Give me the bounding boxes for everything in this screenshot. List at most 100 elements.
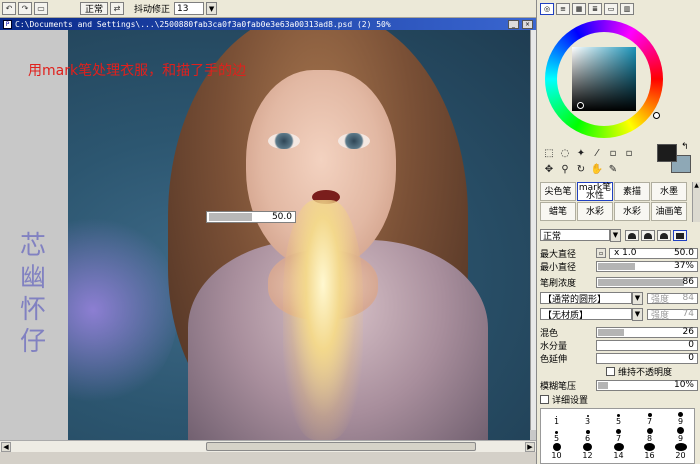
undo-icon[interactable]: ↶ (2, 2, 16, 15)
window-minimize-icon[interactable]: _ (508, 19, 519, 29)
color-picker-icon[interactable]: ✎ (606, 162, 620, 176)
color-wheel[interactable] (545, 20, 663, 138)
size-preset[interactable]: 12 (582, 443, 593, 460)
annotation-text: 用mark笔处理衣服，和描了手的边 (28, 63, 247, 79)
max-size-slider[interactable]: x 1.0 50.0 (609, 247, 698, 259)
tip-round-hard-icon[interactable] (657, 229, 671, 241)
detail-label: 详细设置 (552, 395, 589, 406)
min-size-fill (598, 262, 635, 270)
canvas-title: C:\Documents and Settings\...\2500880fab… (15, 19, 391, 29)
blend-slider[interactable]: 26 (596, 326, 698, 338)
brush-oil[interactable]: 油画笔 (651, 202, 687, 221)
artwork-image[interactable] (68, 30, 530, 440)
brush-ink[interactable]: 水墨 (651, 182, 687, 201)
blank-tool-icon[interactable]: ▫ (606, 146, 620, 160)
density-slider[interactable]: 86 (596, 276, 698, 288)
size-preset[interactable]: 7 (616, 426, 621, 443)
max-size-label: 最大直径 (540, 249, 577, 260)
swap-colors-icon[interactable]: ↰ (681, 142, 689, 152)
stretch-label: 色延伸 (540, 354, 568, 365)
canvas-stage[interactable]: 芯 幽 怀 仔 用mark笔处理衣服，和描了手的边 50.0 (0, 30, 536, 440)
brush-mark-pen[interactable]: mark笔 水性 (577, 182, 613, 201)
size-preset[interactable]: 20 (674, 443, 687, 460)
lasso-icon[interactable]: ◌ (558, 146, 572, 160)
eyedropper-icon[interactable]: ⁄ (590, 146, 604, 160)
shape-strength-slider[interactable]: 强度 84 (647, 292, 698, 305)
size-preset[interactable]: 6 (585, 426, 590, 443)
brush-watercolor[interactable]: 水彩 (577, 202, 613, 221)
brush-grid-scrollbar[interactable]: ▲ (692, 182, 700, 222)
blend-label: 混色 (540, 328, 559, 339)
deselect-icon[interactable]: ▭ (34, 2, 48, 15)
brush-crayon[interactable]: 蜡笔 (540, 202, 576, 221)
scroll-left-icon[interactable]: ◀ (1, 442, 11, 452)
chevron-down-icon[interactable]: ▼ (610, 228, 621, 242)
min-size-slider[interactable]: 37% (596, 260, 698, 272)
color-wheel-tab-icon[interactable]: ◎ (540, 3, 554, 15)
canvas-window: P C:\Documents and Settings\...\2500880f… (0, 18, 536, 452)
horizontal-scrollbar[interactable]: ◀ ▶ (0, 440, 536, 452)
layers-tab-icon[interactable]: ▥ (620, 3, 634, 15)
invert-icon[interactable]: ⇄ (110, 2, 125, 15)
size-lock-icon[interactable]: ▫ (596, 248, 606, 258)
artwork-right-eye (338, 133, 370, 149)
hand-icon[interactable]: ✋ (590, 162, 604, 176)
size-preset[interactable]: 8 (646, 426, 653, 443)
window-close-icon[interactable]: × (522, 19, 533, 29)
rect-select-icon[interactable]: ⬚ (542, 146, 556, 160)
artwork-light-glow (283, 200, 363, 440)
keep-opacity-checkbox[interactable] (606, 366, 615, 376)
size-preset[interactable]: 7 (647, 409, 652, 426)
stabilizer-select[interactable]: 13 (174, 2, 205, 15)
size-preset[interactable]: 9 (678, 409, 683, 426)
size-preset[interactable]: 16 (644, 443, 655, 460)
chevron-down-icon[interactable]: ▼ (632, 307, 643, 321)
hue-marker[interactable] (653, 112, 660, 119)
size-preset[interactable]: 5 (554, 426, 559, 443)
water-slider[interactable]: 0 (596, 339, 698, 351)
density-value: 86 (682, 277, 694, 287)
brush-sketch[interactable]: 素描 (614, 182, 650, 201)
brush-pencil[interactable]: 尖色笔 (540, 182, 576, 201)
redo-icon[interactable]: ↷ (18, 2, 32, 15)
sliders-tab-icon[interactable]: ≡ (556, 3, 570, 15)
tip-round-icon[interactable] (641, 229, 655, 241)
density-label: 笔刷浓度 (540, 278, 577, 289)
shape-select[interactable]: 【通常的圆形】 (540, 292, 632, 305)
size-preset[interactable]: 10 (551, 443, 562, 460)
tip-round-soft-icon[interactable] (625, 229, 639, 241)
tip-square-icon[interactable] (673, 229, 687, 241)
detail-checkbox[interactable] (540, 394, 549, 404)
size-preset[interactable]: 9 (677, 426, 684, 443)
size-preset[interactable]: 5 (616, 409, 621, 426)
blank-tool-icon-2[interactable]: ▫ (622, 146, 636, 160)
zoom-icon[interactable]: ⚲ (558, 162, 572, 176)
brush-watercolor-2[interactable]: 水彩 (614, 202, 650, 221)
mode-button[interactable]: 正常 (80, 2, 109, 15)
magic-wand-icon[interactable]: ✦ (574, 146, 588, 160)
chevron-down-icon[interactable]: ▼ (206, 2, 218, 15)
history-tab-icon[interactable]: ≣ (588, 3, 602, 15)
texture-strength-slider[interactable]: 强度 74 (647, 308, 698, 321)
max-size-row: 最大直径 ▫ x 1.0 50.0 (540, 247, 698, 260)
swatches-tab-icon[interactable]: ▦ (572, 3, 586, 15)
scratchpad-tab-icon[interactable]: ▭ (604, 3, 618, 15)
rotate-icon[interactable]: ↻ (574, 162, 588, 176)
size-preset[interactable]: 1 (554, 409, 559, 426)
artwork-purple-glow (68, 210, 178, 410)
scroll-thumb[interactable] (206, 442, 476, 451)
move-icon[interactable]: ✥ (542, 162, 556, 176)
texture-select[interactable]: 【无材质】 (540, 308, 632, 321)
color-cursor[interactable] (577, 102, 584, 109)
chevron-down-icon[interactable]: ▼ (632, 291, 643, 305)
stretch-slider[interactable]: 0 (596, 352, 698, 364)
blur-slider[interactable]: 10% (596, 379, 698, 391)
foreground-color-swatch[interactable] (657, 144, 677, 162)
blend-mode-select[interactable]: 正常 (540, 229, 610, 242)
vertical-scrollbar[interactable] (530, 30, 536, 430)
size-preset[interactable]: 3 (585, 409, 590, 426)
size-preset[interactable]: 14 (613, 443, 624, 460)
blur-value: 10% (673, 380, 694, 390)
scroll-right-icon[interactable]: ▶ (525, 442, 535, 452)
density-fill (598, 278, 684, 286)
